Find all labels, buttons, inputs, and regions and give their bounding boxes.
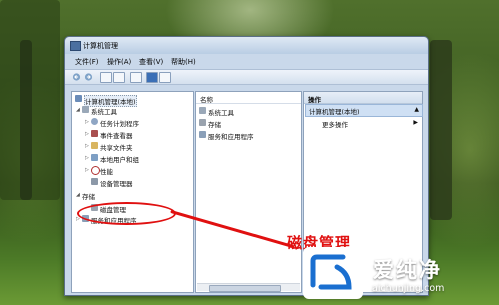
- background-tree-trunk: [20, 40, 32, 200]
- expand-arrow-icon[interactable]: ▷: [85, 143, 89, 149]
- expand-arrow-icon[interactable]: ▷: [85, 119, 89, 125]
- clock-icon: [91, 118, 98, 125]
- system-tools-icon: [82, 106, 89, 113]
- list-item[interactable]: 存储: [208, 119, 221, 129]
- device-manager-icon: [91, 178, 98, 185]
- column-header-name: 名称: [200, 96, 213, 104]
- services-icon: [199, 131, 206, 138]
- expand-arrow-icon[interactable]: ▷: [85, 131, 89, 137]
- menu-view[interactable]: 查看(V): [139, 57, 163, 67]
- computer-icon: [75, 95, 82, 102]
- collapse-arrow-icon[interactable]: ◢: [76, 192, 80, 198]
- more-actions-link[interactable]: 更多操作: [322, 119, 348, 129]
- users-icon: [91, 154, 98, 161]
- tree-system-tools[interactable]: 系统工具: [91, 106, 117, 116]
- properties-button[interactable]: [159, 72, 171, 83]
- computer-management-icon: [70, 41, 81, 51]
- menu-bar: 文件(F) 操作(A) 查看(V) 帮助(H): [65, 55, 428, 68]
- tree-event-viewer[interactable]: 事件查看器: [100, 130, 133, 140]
- actions-header: 操作: [304, 92, 422, 104]
- title-bar[interactable]: 计算机管理: [65, 37, 428, 54]
- list-item[interactable]: 服务和应用程序: [208, 131, 254, 141]
- tree-local-users[interactable]: 本地用户和组: [100, 154, 139, 164]
- menu-action[interactable]: 操作(A): [107, 57, 131, 67]
- export-list-button[interactable]: [130, 72, 142, 83]
- performance-icon: [91, 166, 100, 175]
- highlight-ellipse: [77, 202, 176, 225]
- expand-arrow-icon[interactable]: ▷: [85, 155, 89, 161]
- help-icon[interactable]: [146, 72, 158, 83]
- logo-mark-icon: [310, 254, 352, 290]
- menu-file[interactable]: 文件(F): [75, 57, 99, 67]
- horizontal-scrollbar[interactable]: [197, 283, 300, 292]
- forward-arrow-icon[interactable]: [84, 73, 93, 81]
- window-title: 计算机管理: [83, 42, 118, 50]
- brand-logo: [303, 247, 363, 299]
- toolbar: [65, 69, 428, 85]
- collapse-arrow-icon[interactable]: ◢: [76, 107, 80, 113]
- expand-arrow-icon[interactable]: ▷: [85, 167, 89, 173]
- list-item[interactable]: 系统工具: [208, 107, 234, 117]
- menu-help[interactable]: 帮助(H): [171, 57, 196, 67]
- actions-title: 操作: [308, 96, 321, 104]
- tree-storage[interactable]: 存储: [82, 191, 95, 201]
- watermark-brand: 爱纯净: [373, 258, 442, 282]
- tree-performance[interactable]: 性能: [100, 166, 113, 176]
- navigation-tree: 计算机管理(本地) ◢ 系统工具 ▷ 任务计划程序 ▷ 事件查看器 ▷ 共享文件…: [71, 91, 194, 293]
- tree-shared-folders[interactable]: 共享文件夹: [100, 142, 133, 152]
- scrollbar-thumb[interactable]: [209, 285, 281, 292]
- watermark-url: aichunjing.com: [372, 283, 445, 294]
- show-hide-tree-button[interactable]: [113, 72, 125, 83]
- system-tools-icon: [199, 107, 206, 114]
- content-list: 名称 系统工具 存储 服务和应用程序: [195, 91, 302, 293]
- back-arrow-icon[interactable]: [72, 73, 81, 81]
- event-viewer-icon: [91, 130, 98, 137]
- collapse-up-icon[interactable]: ▲: [414, 106, 419, 113]
- column-header[interactable]: 名称: [196, 92, 301, 104]
- up-folder-button[interactable]: [100, 72, 112, 83]
- actions-selected-item[interactable]: 计算机管理(本地) ▲: [305, 104, 423, 117]
- actions-selected-label: 计算机管理(本地): [309, 108, 360, 116]
- shared-folder-icon: [91, 142, 98, 149]
- tree-device-manager[interactable]: 设备管理器: [100, 178, 133, 188]
- storage-icon: [199, 119, 206, 126]
- submenu-arrow-icon: ▶: [413, 119, 418, 126]
- background-tree-trunk: [430, 40, 452, 220]
- tree-task-scheduler[interactable]: 任务计划程序: [100, 118, 139, 128]
